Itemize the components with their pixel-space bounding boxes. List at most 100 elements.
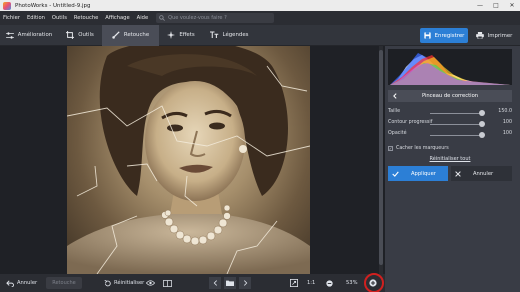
open-folder-button[interactable] <box>224 277 236 289</box>
slider-value: 100 <box>502 131 512 136</box>
reset-all-link[interactable]: Réinitialiser tout <box>388 156 512 162</box>
vertical-scrollbar[interactable] <box>379 46 383 274</box>
tab-effets[interactable]: Effets <box>159 25 203 46</box>
slider-handle[interactable] <box>479 132 485 138</box>
sparkle-icon <box>167 31 176 39</box>
slider-taille[interactable]: Taille 150.0 <box>388 108 512 118</box>
chevron-left-icon <box>213 280 217 286</box>
tab-label: Retouche <box>123 32 150 38</box>
search-icon <box>159 15 166 21</box>
retouch-history-field: Retouche <box>46 277 82 289</box>
check-icon <box>392 171 399 177</box>
fit-screen-icon <box>290 279 298 287</box>
zoom-out-button[interactable] <box>326 274 336 292</box>
reset-icon <box>104 279 111 286</box>
reset-button[interactable]: Réinitialiser <box>104 274 144 292</box>
next-image-button[interactable] <box>239 277 251 289</box>
photo-illustration <box>67 46 310 274</box>
window-title: PhotoWorks - Untitled-9.jpg <box>15 2 91 9</box>
slider-contour-progressif[interactable]: Contour progressif 100 <box>388 119 512 129</box>
crop-icon <box>66 31 75 39</box>
menu-aide[interactable]: Aide <box>137 15 148 21</box>
histogram <box>388 49 512 85</box>
tab-label: Amélioration <box>17 32 53 38</box>
search-placeholder: Que voulez-vous faire ? <box>168 15 227 21</box>
printer-icon <box>475 32 484 39</box>
search-input[interactable]: Que voulez-vous faire ? <box>156 13 275 23</box>
maximize-button[interactable]: □ <box>488 0 504 11</box>
right-panel: Pinceau de correction Taille 150.0 Conto… <box>385 46 520 292</box>
menu-edition[interactable]: Edition <box>27 15 45 21</box>
save-icon <box>423 32 431 39</box>
slider-track[interactable] <box>430 113 482 114</box>
tab-retouche[interactable]: Retouche <box>102 24 159 46</box>
tab-label: Effets <box>179 32 195 38</box>
tab-label: Outils <box>78 32 94 38</box>
cancel-label: Annuler <box>473 170 494 177</box>
fit-to-screen-button[interactable] <box>290 274 301 292</box>
zoom-level: 53% <box>346 274 358 292</box>
undo-arrow-icon <box>6 279 14 287</box>
panel-title: Pinceau de correction <box>421 93 479 99</box>
hide-markers-label: Cacher les marqueurs <box>396 145 449 151</box>
menu-retouche[interactable]: Retouche <box>74 15 98 21</box>
chevron-right-icon <box>243 280 247 286</box>
slider-value: 150.0 <box>498 109 512 114</box>
slider-label: Opacité <box>388 131 407 136</box>
main-toolbar: Amélioration Outils Retouche Effets Lége… <box>0 24 520 46</box>
preview-toggle[interactable] <box>146 274 158 292</box>
slider-label: Contour progressif <box>388 120 433 125</box>
app-logo-icon <box>3 1 11 10</box>
sliders-icon <box>5 31 14 39</box>
menu-fichier[interactable]: Fichier <box>3 15 20 21</box>
split-view-icon <box>163 279 172 287</box>
minimize-button[interactable]: — <box>472 0 488 11</box>
tool-header: Pinceau de correction <box>388 90 512 102</box>
slider-track[interactable] <box>430 124 482 125</box>
scrollbar-thumb[interactable] <box>379 50 383 265</box>
hide-markers-row[interactable]: ✓ Cacher les marqueurs <box>388 144 512 152</box>
reset-label: Réinitialiser <box>114 280 145 286</box>
compare-toggle[interactable] <box>163 274 175 292</box>
histogram-graph <box>390 53 510 85</box>
close-icon <box>455 170 461 177</box>
text-icon <box>209 31 218 38</box>
zoom-out-icon <box>326 279 333 287</box>
tab-legendes[interactable]: Légendes <box>203 25 255 46</box>
slider-opacite[interactable]: Opacité 100 <box>388 130 512 140</box>
apply-label: Appliquer <box>411 170 436 177</box>
slider-track[interactable] <box>430 135 482 136</box>
tab-amelioration[interactable]: Amélioration <box>0 25 58 46</box>
eye-icon <box>146 280 155 286</box>
save-label: Enregistrer <box>434 32 465 39</box>
hide-markers-checkbox[interactable]: ✓ <box>388 145 393 151</box>
menu-affichage[interactable]: Affichage <box>105 15 129 21</box>
apply-button[interactable]: Appliquer <box>388 166 448 181</box>
portrait-photo[interactable] <box>67 46 310 274</box>
slider-handle[interactable] <box>479 110 485 116</box>
retouch-label: Retouche <box>52 280 76 286</box>
print-label: Imprimer <box>487 32 513 39</box>
folder-icon <box>226 280 234 286</box>
cancel-button[interactable]: Annuler <box>451 166 512 181</box>
previous-image-button[interactable] <box>209 277 221 289</box>
print-button[interactable]: Imprimer <box>472 28 516 43</box>
slider-handle[interactable] <box>479 121 485 127</box>
slider-value: 100 <box>502 120 512 125</box>
close-window-button[interactable]: ✕ <box>504 0 520 11</box>
ratio-label: 1:1 <box>307 280 316 286</box>
menu-bar: Fichier Edition Outils Retouche Affichag… <box>0 11 520 25</box>
brush-icon <box>112 31 120 39</box>
highlight-ring <box>364 273 384 292</box>
actual-size-button[interactable]: 1:1 <box>307 274 315 292</box>
undo-label: Annuler <box>17 280 38 286</box>
title-bar: PhotoWorks - Untitled-9.jpg — □ ✕ <box>0 0 520 11</box>
slider-label: Taille <box>388 109 401 114</box>
bottom-bar: Annuler Retouche Réinitialiser 1:1 53% <box>0 274 385 292</box>
menu-outils[interactable]: Outils <box>52 15 67 21</box>
undo-button[interactable]: Annuler <box>6 274 37 292</box>
tab-label: Légendes <box>222 32 249 38</box>
image-canvas[interactable] <box>0 46 385 274</box>
tab-outils[interactable]: Outils <box>58 25 102 46</box>
save-button[interactable]: Enregistrer <box>420 28 468 43</box>
